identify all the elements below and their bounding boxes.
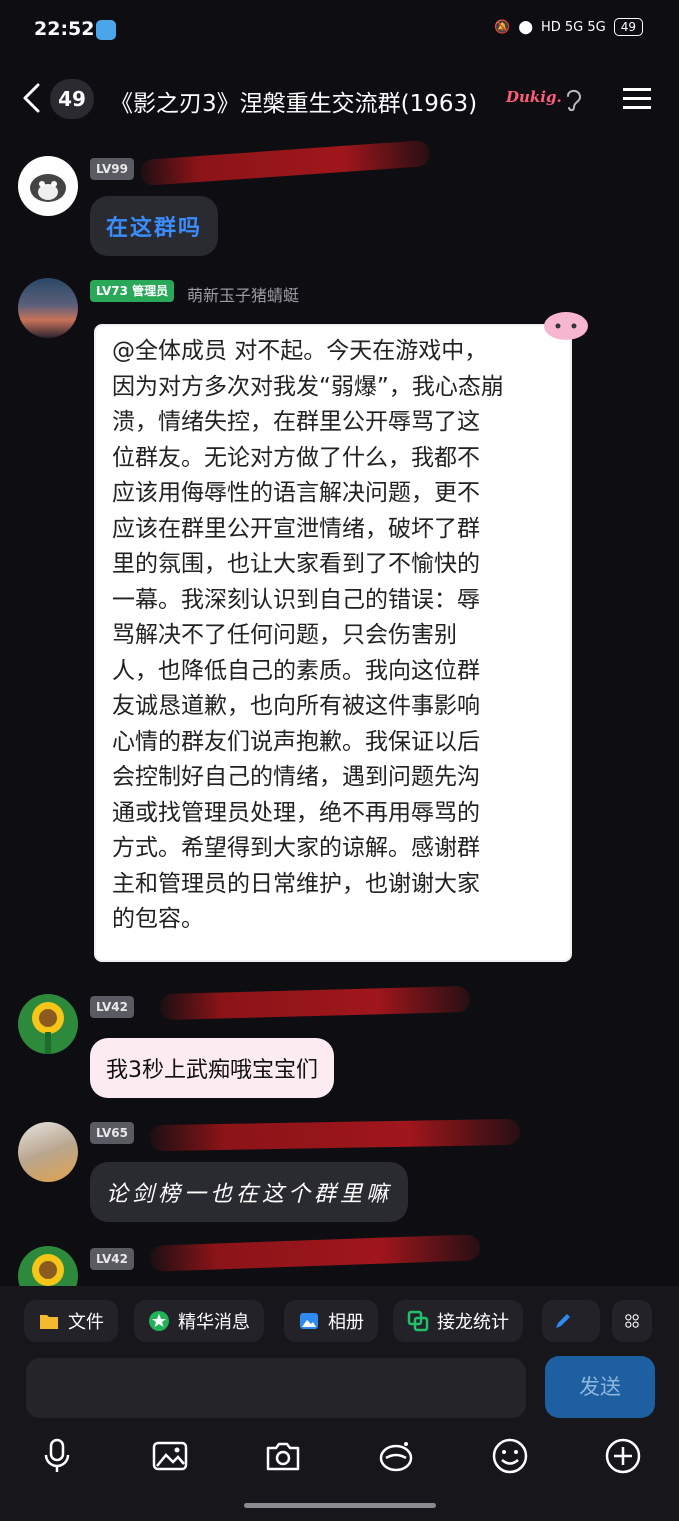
menu-icon[interactable] bbox=[622, 86, 652, 110]
cat-avatar-icon bbox=[30, 174, 66, 202]
message-line: 方式。希望得到大家的谅解。感谢群 bbox=[112, 835, 480, 861]
message-bubble[interactable]: 我3秒上武痴哦宝宝们 bbox=[90, 1038, 334, 1098]
sticker-face-icon[interactable] bbox=[376, 1436, 416, 1476]
avatar[interactable] bbox=[18, 1122, 78, 1182]
message-line: 应该在群里公开宣泄情绪，破坏了群 bbox=[112, 515, 480, 542]
avatar[interactable] bbox=[18, 156, 78, 216]
message-input[interactable] bbox=[26, 1358, 526, 1418]
level-badge: LV65 bbox=[90, 1122, 134, 1144]
message-line: 位群友。无论对方做了什么，我都不 bbox=[112, 444, 480, 471]
status-indicators: 🔕 ⬤ HD 5G 5G 49 bbox=[494, 18, 643, 36]
more-apps-button[interactable] bbox=[612, 1300, 652, 1342]
message-line: 一幕。我深刻认识到自己的错误：辱 bbox=[112, 586, 480, 613]
avatar[interactable] bbox=[18, 278, 78, 338]
message-line: @全体成员 对不起。今天在游戏中， bbox=[112, 338, 488, 364]
group-tag-sticker: Dukig. bbox=[506, 88, 562, 106]
send-button[interactable]: 发送 bbox=[545, 1356, 655, 1418]
redaction-scribble bbox=[149, 1234, 481, 1272]
status-time: 22:52 bbox=[34, 18, 95, 40]
level-badge: LV99 bbox=[90, 158, 134, 180]
chat-title[interactable]: 《影之刃3》涅槃重生交流群(1963) bbox=[110, 84, 477, 118]
message-line: 应该用侮辱性的语言解决问题，更不 bbox=[112, 480, 480, 506]
emoji-icon[interactable] bbox=[490, 1436, 530, 1476]
pen-icon bbox=[556, 1314, 570, 1328]
plus-circle-icon[interactable] bbox=[603, 1436, 643, 1476]
image-icon[interactable] bbox=[150, 1436, 190, 1476]
weather-icon bbox=[96, 20, 116, 40]
album-chip-label: 相册 bbox=[328, 1312, 364, 1333]
message-line: 因为对方多次对我发“弱爆”，我心态崩 bbox=[112, 373, 504, 400]
relay-stats-chip[interactable]: 接龙统计 bbox=[393, 1300, 523, 1342]
redaction-scribble bbox=[139, 139, 431, 187]
folder-icon bbox=[40, 1315, 58, 1329]
level-badge: LV42 bbox=[90, 996, 134, 1018]
file-chip-label: 文件 bbox=[68, 1312, 104, 1333]
message-bubble[interactable]: 在这群吗 bbox=[90, 196, 219, 256]
message-line: 通或找管理员处理，绝不再用辱骂的 bbox=[112, 799, 480, 826]
relay-stats-chip-label: 接龙统计 bbox=[437, 1312, 509, 1333]
album-chip[interactable]: 相册 bbox=[284, 1300, 378, 1342]
message-line: 会控制好自己的情绪，遇到问题先沟 bbox=[112, 764, 480, 790]
file-chip[interactable]: 文件 bbox=[24, 1300, 118, 1342]
ear-icon[interactable] bbox=[564, 86, 584, 114]
level-badge: LV42 bbox=[90, 1248, 134, 1270]
sender-nickname[interactable]: 萌新玉子猪蜻蜓 bbox=[187, 282, 299, 306]
level-admin-badge: LV73 管理员 bbox=[90, 280, 175, 302]
unread-count-badge[interactable]: 49 bbox=[50, 79, 94, 119]
redaction-scribble bbox=[159, 985, 471, 1021]
grid-icon bbox=[625, 1314, 639, 1328]
network-text: HD 5G 5G bbox=[540, 19, 606, 35]
message-line: 心情的群友们说声抱歉。我保证以后 bbox=[112, 728, 480, 755]
avatar[interactable] bbox=[18, 994, 78, 1054]
message-line: 主和管理员的日常维护，也谢谢大家 bbox=[112, 870, 480, 897]
camera-icon[interactable] bbox=[263, 1436, 303, 1476]
message-line: 溃，情绪失控，在群里公开辱骂了这 bbox=[112, 409, 480, 435]
message-line: 骂解决不了任何问题，只会伤害别 bbox=[112, 622, 457, 648]
home-indicator[interactable] bbox=[244, 1503, 436, 1508]
message-line: 的包容。 bbox=[112, 906, 204, 932]
back-arrow-icon[interactable] bbox=[20, 82, 44, 114]
apology-message-text: @全体成员 对不起。今天在游戏中， 因为对方多次对我发“弱爆”，我心态崩 溃，情… bbox=[112, 334, 562, 938]
mute-icon: 🔕 bbox=[494, 19, 511, 35]
essence-chip[interactable]: 精华消息 bbox=[134, 1300, 264, 1342]
microphone-icon[interactable] bbox=[37, 1436, 77, 1476]
battery-indicator: 49 bbox=[613, 18, 643, 36]
photo-icon bbox=[300, 1313, 318, 1329]
redaction-scribble bbox=[149, 1118, 521, 1152]
pen-chip[interactable] bbox=[542, 1300, 600, 1342]
essence-chip-label: 精华消息 bbox=[178, 1312, 250, 1333]
message-line: 里的氛围，也让大家看到了不愉快的 bbox=[112, 551, 480, 577]
message-line: 友诚恳道歉，也向所有被这件事影响 bbox=[112, 693, 480, 719]
sunflower-icon bbox=[32, 1002, 64, 1054]
message-line: 人，也降低自己的素质。我向这位群 bbox=[112, 657, 480, 684]
relay-icon bbox=[407, 1310, 429, 1332]
location-icon: ⬤ bbox=[518, 19, 533, 35]
message-bubble[interactable]: 论剑榜一也在这个群里嘛 bbox=[90, 1162, 409, 1222]
star-badge-icon bbox=[149, 1311, 169, 1331]
